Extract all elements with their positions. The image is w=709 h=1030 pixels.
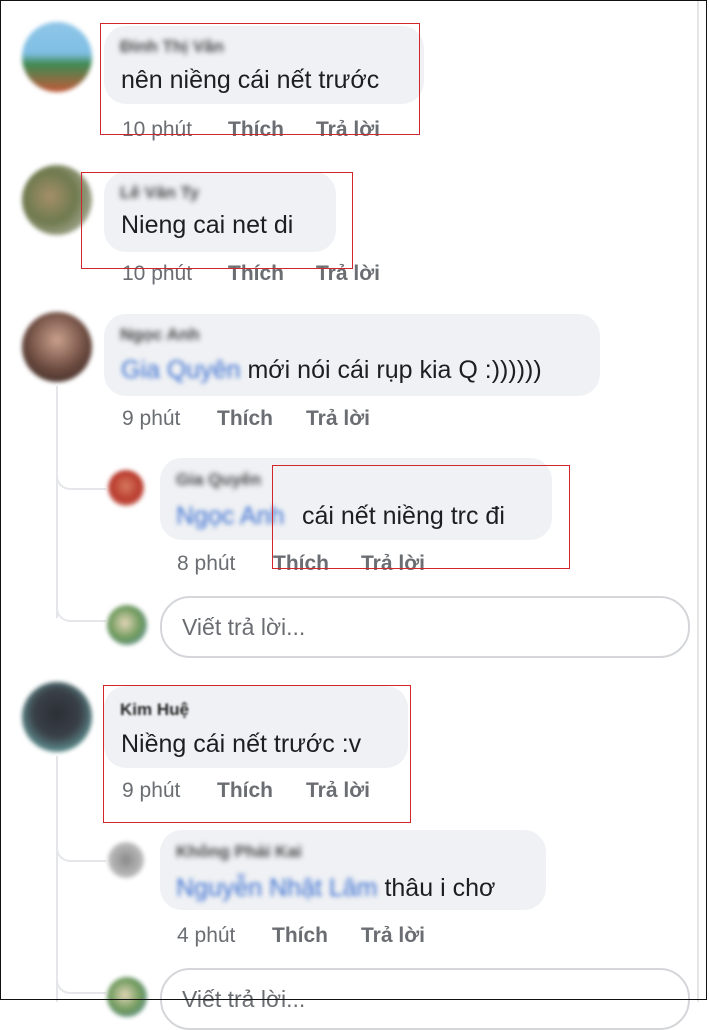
comment-body: mới nói cái rụp kia Q :)))))) xyxy=(240,356,542,384)
comment-time: 9 phút xyxy=(122,407,181,430)
reply-placeholder: Viết trả lời... xyxy=(182,986,306,1012)
mention-link[interactable]: Gia Quyên xyxy=(121,356,241,384)
reply-actions: 4 phút Thích Trả lời xyxy=(177,924,477,948)
reply-branch-line xyxy=(56,440,106,490)
reply-branch-line xyxy=(56,958,106,994)
reply-body: thâu i chơ xyxy=(377,874,496,902)
reply-author[interactable]: Gia Quyên xyxy=(176,470,261,490)
reply-author[interactable]: Không Phải Kai xyxy=(176,842,302,862)
thread-line xyxy=(56,386,58,618)
reply-button[interactable]: Trả lời xyxy=(361,924,425,948)
reply-input[interactable]: Viết trả lời... xyxy=(160,596,690,658)
current-user-avatar[interactable] xyxy=(107,977,147,1017)
mention-link[interactable]: Nguyễn Nhật Lâm xyxy=(176,874,378,902)
highlight-box xyxy=(81,172,353,269)
current-user-avatar[interactable] xyxy=(107,605,147,645)
comment-actions: 9 phút Thích Trả lời xyxy=(122,407,422,431)
reply-avatar[interactable] xyxy=(108,842,144,878)
comment-author[interactable]: Ngọc Anh xyxy=(120,325,200,345)
reply-branch-line xyxy=(56,586,106,622)
reply-avatar[interactable] xyxy=(108,470,144,506)
reply-time: 4 phút xyxy=(177,924,236,947)
highlight-box xyxy=(100,23,420,135)
like-button[interactable]: Thích xyxy=(217,407,273,431)
avatar[interactable] xyxy=(22,682,92,752)
avatar[interactable] xyxy=(22,22,92,92)
comment-text: Gia Quyên mới nói cái rụp kia Q :)))))) xyxy=(121,356,542,385)
reply-time: 8 phút xyxy=(177,552,236,575)
reply-button[interactable]: Trả lời xyxy=(306,407,370,431)
avatar[interactable] xyxy=(22,312,92,382)
reply-placeholder: Viết trả lời... xyxy=(182,614,306,640)
like-button[interactable]: Thích xyxy=(272,924,328,948)
highlight-box xyxy=(272,465,570,569)
reply-branch-line xyxy=(56,812,106,862)
reply-input[interactable]: Viết trả lời... xyxy=(160,968,690,1030)
reply-text: Nguyễn Nhật Lâm thâu i chơ xyxy=(176,874,495,903)
scroll-edge xyxy=(697,0,699,1002)
highlight-box xyxy=(103,685,411,823)
